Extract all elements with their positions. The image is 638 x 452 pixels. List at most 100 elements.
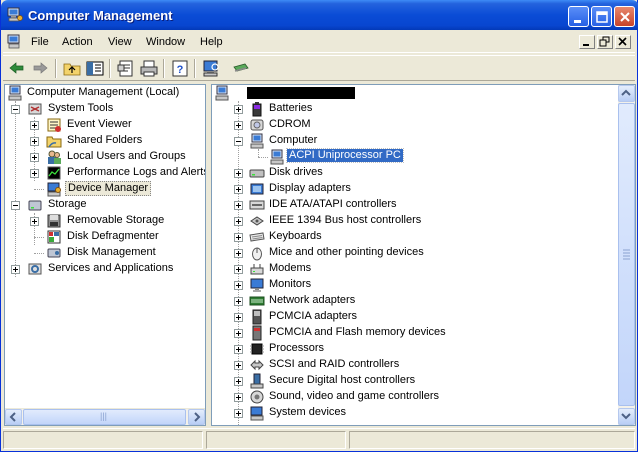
device-category-processors[interactable]: Processors bbox=[212, 341, 617, 357]
help-button[interactable]: ? bbox=[170, 59, 190, 78]
close-button[interactable] bbox=[614, 6, 635, 27]
device-category-scsi-and-raid-controllers[interactable]: SCSI and RAID controllers bbox=[212, 357, 617, 373]
device-category-ide-ata-atapi-controllers[interactable]: IDE ATA/ATAPI controllers bbox=[212, 197, 617, 213]
chevron-right-icon bbox=[194, 412, 201, 422]
device-category-monitors[interactable]: Monitors bbox=[212, 277, 617, 293]
minimize-button[interactable] bbox=[568, 6, 589, 27]
expand-icon[interactable] bbox=[234, 409, 243, 418]
device-category-batteries[interactable]: Batteries bbox=[212, 101, 617, 117]
show-hide-tree-button[interactable] bbox=[85, 59, 105, 78]
print-button[interactable] bbox=[139, 59, 159, 78]
scroll-left-button[interactable] bbox=[5, 409, 22, 425]
device-label: Modems bbox=[269, 262, 312, 274]
expand-icon[interactable] bbox=[30, 217, 39, 226]
expand-icon[interactable] bbox=[30, 153, 39, 162]
properties-icon bbox=[117, 60, 133, 77]
tree-item-system-tools[interactable]: System Tools bbox=[5, 101, 205, 117]
device-category-mice-and-other-pointing-devices[interactable]: Mice and other pointing devices bbox=[212, 245, 617, 261]
tree-item-disk-defragmenter[interactable]: Disk Defragmenter bbox=[5, 229, 205, 245]
expand-icon[interactable] bbox=[11, 265, 20, 274]
remove-device-icon bbox=[233, 63, 249, 72]
expand-icon[interactable] bbox=[30, 137, 39, 146]
collapse-icon[interactable] bbox=[234, 137, 243, 146]
tree-item-services-and-applications[interactable]: Services and Applications bbox=[5, 261, 205, 277]
scroll-right-button[interactable] bbox=[188, 409, 205, 425]
tree-item-performance-logs-and-alerts[interactable]: Performance Logs and Alerts bbox=[5, 165, 205, 181]
menu-window[interactable]: Window bbox=[146, 36, 185, 48]
scan-hardware-button[interactable] bbox=[201, 59, 221, 78]
scroll-thumb[interactable]: ||| bbox=[23, 409, 186, 425]
title-bar[interactable]: Computer Management bbox=[1, 0, 638, 30]
device-manager-icon bbox=[46, 181, 62, 197]
device-category-computer[interactable]: Computer bbox=[212, 133, 617, 149]
device-category-acpi-uniprocessor-pc[interactable]: ACPI Uniprocessor PC bbox=[212, 148, 617, 165]
expand-icon[interactable] bbox=[234, 265, 243, 274]
expand-icon[interactable] bbox=[234, 233, 243, 242]
tree-item-disk-management[interactable]: Disk Management bbox=[5, 245, 205, 261]
expand-icon[interactable] bbox=[30, 121, 39, 130]
device-category-pcmcia-adapters[interactable]: PCMCIA adapters bbox=[212, 309, 617, 325]
left-horizontal-scrollbar[interactable]: ||| bbox=[5, 408, 205, 425]
expand-icon[interactable] bbox=[234, 345, 243, 354]
scroll-down-button[interactable] bbox=[618, 408, 635, 425]
remove-device-button[interactable] bbox=[231, 59, 251, 78]
device-category-display-adapters[interactable]: Display adapters bbox=[212, 181, 617, 197]
tree-item-shared-folders[interactable]: Shared Folders bbox=[5, 133, 205, 149]
console-tree-pane[interactable]: Computer Management (Local) System Tools E… bbox=[4, 84, 206, 426]
forward-button[interactable] bbox=[30, 59, 50, 78]
menu-view[interactable]: View bbox=[108, 36, 132, 48]
tree-item-device-manager[interactable]: Device Manager bbox=[5, 181, 205, 197]
menu-file[interactable]: File bbox=[31, 36, 49, 48]
expand-icon[interactable] bbox=[234, 297, 243, 306]
expand-icon[interactable] bbox=[234, 249, 243, 258]
expand-icon[interactable] bbox=[234, 313, 243, 322]
tree-item-local-users-and-groups[interactable]: Local Users and Groups bbox=[5, 149, 205, 165]
device-category-cdrom[interactable]: CDROM bbox=[212, 117, 617, 133]
expand-icon[interactable] bbox=[234, 169, 243, 178]
expand-icon[interactable] bbox=[234, 201, 243, 210]
device-tree-pane[interactable]: Batteries CDROM Computer ACPI Uniprocessor … bbox=[211, 84, 636, 426]
collapse-icon[interactable] bbox=[11, 201, 20, 210]
tree-item-removable-storage[interactable]: Removable Storage bbox=[5, 213, 205, 229]
device-category-system-devices[interactable]: System devices bbox=[212, 405, 617, 421]
up-one-level-button[interactable] bbox=[62, 59, 82, 78]
child-minimize-button[interactable] bbox=[579, 35, 595, 49]
device-category-disk-drives[interactable]: Disk drives bbox=[212, 165, 617, 181]
device-category-modems[interactable]: Modems bbox=[212, 261, 617, 277]
device-category-ieee-1394-bus-host-controllers[interactable]: IEEE 1394 Bus host controllers bbox=[212, 213, 617, 229]
tree-item-event-viewer[interactable]: Event Viewer bbox=[5, 117, 205, 133]
scroll-up-button[interactable] bbox=[618, 85, 635, 102]
properties-button[interactable] bbox=[116, 59, 136, 78]
maximize-button[interactable] bbox=[591, 6, 612, 27]
device-category-keyboards[interactable]: Keyboards bbox=[212, 229, 617, 245]
menu-action[interactable]: Action bbox=[62, 36, 93, 48]
device-category-pcmcia-and-flash-memory-devices[interactable]: PCMCIA and Flash memory devices bbox=[212, 325, 617, 341]
expand-icon[interactable] bbox=[234, 393, 243, 402]
tree-label: Shared Folders bbox=[67, 134, 143, 146]
menu-help[interactable]: Help bbox=[200, 36, 223, 48]
right-vertical-scrollbar[interactable] bbox=[618, 85, 635, 425]
device-label: Processors bbox=[269, 342, 325, 354]
expand-icon[interactable] bbox=[30, 169, 39, 178]
expand-icon[interactable] bbox=[234, 329, 243, 338]
shared-folder-icon bbox=[46, 133, 62, 149]
expand-icon[interactable] bbox=[234, 361, 243, 370]
expand-icon[interactable] bbox=[234, 121, 243, 130]
child-restore-button[interactable] bbox=[597, 35, 613, 49]
performance-icon bbox=[46, 165, 62, 181]
back-button[interactable] bbox=[7, 59, 27, 78]
scroll-thumb[interactable] bbox=[618, 103, 635, 406]
device-category-secure-digital-host-controllers[interactable]: Secure Digital host controllers bbox=[212, 373, 617, 389]
collapse-icon[interactable] bbox=[11, 105, 20, 114]
device-category-network-adapters[interactable]: Network adapters bbox=[212, 293, 617, 309]
expand-icon[interactable] bbox=[234, 217, 243, 226]
expand-icon[interactable] bbox=[234, 377, 243, 386]
device-label: Computer bbox=[269, 134, 318, 146]
expand-icon[interactable] bbox=[234, 185, 243, 194]
child-close-button[interactable] bbox=[615, 35, 631, 49]
expand-icon[interactable] bbox=[234, 281, 243, 290]
expand-icon[interactable] bbox=[234, 105, 243, 114]
device-category-sound-video-and-game-controllers[interactable]: Sound, video and game controllers bbox=[212, 389, 617, 405]
system-menu-icon[interactable] bbox=[7, 34, 23, 49]
tree-item-storage[interactable]: Storage bbox=[5, 197, 205, 213]
